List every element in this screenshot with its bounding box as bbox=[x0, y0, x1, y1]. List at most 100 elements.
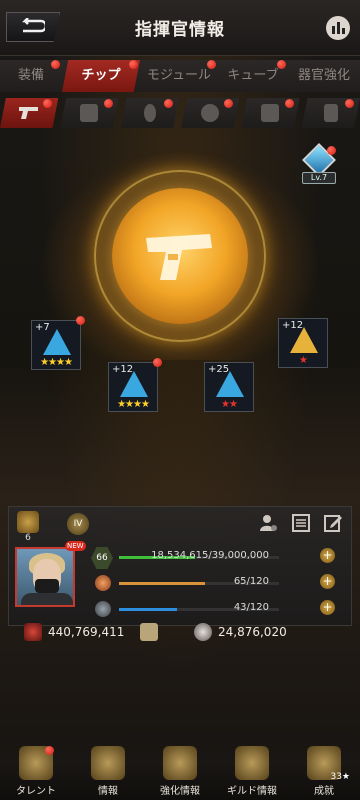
energy-bar-fill bbox=[119, 608, 177, 611]
notification-dot bbox=[43, 99, 53, 108]
notification-dot bbox=[163, 99, 173, 108]
skull-icon bbox=[194, 623, 212, 641]
add-energy-button[interactable]: + bbox=[320, 600, 335, 615]
energy-icon bbox=[95, 601, 111, 617]
header-bar: 指揮官情報 bbox=[0, 0, 360, 56]
tab-label: キューブ bbox=[227, 68, 279, 83]
stamina-bar-fill bbox=[119, 582, 206, 585]
nav-talent[interactable]: タレント bbox=[0, 742, 72, 800]
chip-gem-icon bbox=[290, 327, 318, 353]
info-icon bbox=[91, 746, 125, 780]
page-title: 指揮官情報 bbox=[135, 20, 225, 40]
pistol-icon bbox=[146, 234, 212, 280]
tab-label: 装備 bbox=[17, 68, 44, 83]
profile-settings-icon[interactable] bbox=[259, 513, 279, 533]
pistol-icon bbox=[19, 107, 39, 119]
chip-slot-3[interactable]: +25 ★★ bbox=[204, 362, 254, 412]
chip-stars: ★★ bbox=[221, 399, 238, 410]
notification-dot bbox=[327, 146, 336, 155]
nav-label: タレント bbox=[16, 786, 56, 797]
armor-icon bbox=[80, 104, 99, 122]
chip-stars: ★★★★ bbox=[40, 357, 73, 368]
stamina-stat-row: 65/120 + bbox=[91, 574, 341, 593]
core-chip-button[interactable] bbox=[112, 188, 248, 324]
chip-gem-icon bbox=[120, 371, 148, 397]
commander-avatar[interactable] bbox=[15, 547, 75, 607]
stats-info-button[interactable] bbox=[326, 16, 350, 40]
notification-dot bbox=[277, 60, 286, 69]
vest-icon bbox=[261, 104, 280, 122]
nav-guild-info[interactable]: ギルド情報 bbox=[216, 742, 288, 800]
exp-stat-row: 18,534,615/39,000,000 + bbox=[91, 548, 341, 567]
combat-power-icon bbox=[24, 623, 42, 641]
tab-equipment[interactable]: 装備 bbox=[0, 60, 62, 92]
nav-achievement[interactable]: 33★ 成就 bbox=[288, 742, 360, 800]
subtab-boot[interactable] bbox=[301, 98, 360, 128]
chip-gem-icon bbox=[43, 329, 71, 355]
energy-stat-row: 43/120 + bbox=[91, 600, 341, 619]
chip-gem-icon bbox=[216, 371, 244, 397]
chip-slot-4[interactable]: +12 ★ bbox=[278, 318, 328, 368]
notification-dot bbox=[76, 316, 85, 325]
add-exp-button[interactable]: + bbox=[320, 548, 335, 563]
notification-dot bbox=[153, 358, 162, 367]
nav-label: 成就 bbox=[314, 786, 334, 797]
panel-actions bbox=[259, 513, 343, 533]
guild-icon bbox=[235, 746, 269, 780]
power-row: 440,769,411 24,876,020 bbox=[18, 622, 342, 644]
nav-enhance-info[interactable]: 強化情報 bbox=[144, 742, 216, 800]
stamina-icon bbox=[95, 575, 111, 591]
rank-shield-icon bbox=[17, 511, 39, 533]
chip-slot-2[interactable]: +12 ★★★★ bbox=[108, 358, 162, 412]
subtab-gasmask[interactable] bbox=[180, 98, 240, 128]
rank-badge[interactable]: 6 bbox=[15, 511, 41, 543]
tab-cube[interactable]: キューブ bbox=[218, 60, 288, 92]
combat-power-value: 440,769,411 bbox=[48, 625, 125, 639]
notification-dot bbox=[129, 60, 138, 69]
notification-dot bbox=[224, 99, 234, 108]
core-level-badge[interactable]: Lv.7 bbox=[302, 143, 336, 186]
chip-stars: ★ bbox=[299, 355, 308, 366]
enhance-icon bbox=[163, 746, 197, 780]
chip-stars: ★★★★ bbox=[117, 399, 150, 410]
subtab-vest[interactable] bbox=[241, 98, 300, 128]
edit-icon[interactable] bbox=[323, 513, 343, 533]
rank-number: 6 bbox=[25, 533, 31, 543]
notification-dot bbox=[344, 99, 354, 108]
achievement-count: 33★ bbox=[330, 772, 350, 782]
boot-icon bbox=[323, 104, 338, 122]
power-detail-icon[interactable] bbox=[140, 623, 159, 641]
nav-info[interactable]: 情報 bbox=[72, 742, 144, 800]
subtab-bullet[interactable] bbox=[120, 98, 179, 128]
add-stamina-button[interactable]: + bbox=[320, 574, 335, 589]
nav-label: 情報 bbox=[98, 786, 118, 797]
tab-module[interactable]: モジュール bbox=[140, 60, 218, 92]
tab-label: 器官強化 bbox=[297, 68, 350, 83]
bullet-icon bbox=[143, 104, 156, 122]
tab-chip[interactable]: チップ bbox=[62, 60, 140, 92]
kill-power: 24,876,020 bbox=[194, 622, 287, 642]
tab-label: モジュール bbox=[146, 68, 212, 83]
notification-dot bbox=[284, 99, 294, 108]
exp-value: 18,534,615/39,000,000 bbox=[151, 550, 269, 561]
bottom-nav: タレント 情報 強化情報 ギルド情報 33★ 成就 bbox=[0, 742, 360, 800]
tier-badge[interactable]: IV bbox=[67, 513, 89, 535]
main-tabs: 装備 チップ モジュール キューブ 器官強化 bbox=[0, 60, 360, 92]
notification-dot bbox=[207, 60, 216, 69]
notification-dot bbox=[103, 99, 113, 108]
energy-value: 43/120 bbox=[233, 602, 269, 613]
tab-label: チップ bbox=[81, 68, 121, 83]
list-icon[interactable] bbox=[291, 513, 311, 533]
chip-slot-1[interactable]: +7 ★★★★ bbox=[31, 316, 85, 370]
combat-power: 440,769,411 bbox=[24, 622, 159, 642]
slot-subtabs bbox=[0, 98, 360, 128]
new-badge: NEW bbox=[65, 541, 86, 551]
commander-stats-panel: 6 IV NEW 66 18,534,615/39,000,000 + 65/1… bbox=[8, 506, 352, 626]
nav-label: 強化情報 bbox=[160, 786, 200, 797]
stamina-value: 65/120 bbox=[233, 576, 269, 587]
nav-label: ギルド情報 bbox=[227, 786, 277, 797]
gasmask-icon bbox=[201, 104, 220, 122]
tab-organ-enhance[interactable]: 器官強化 bbox=[288, 60, 360, 92]
subtab-armor[interactable] bbox=[60, 98, 119, 128]
subtab-pistol[interactable] bbox=[0, 98, 59, 128]
